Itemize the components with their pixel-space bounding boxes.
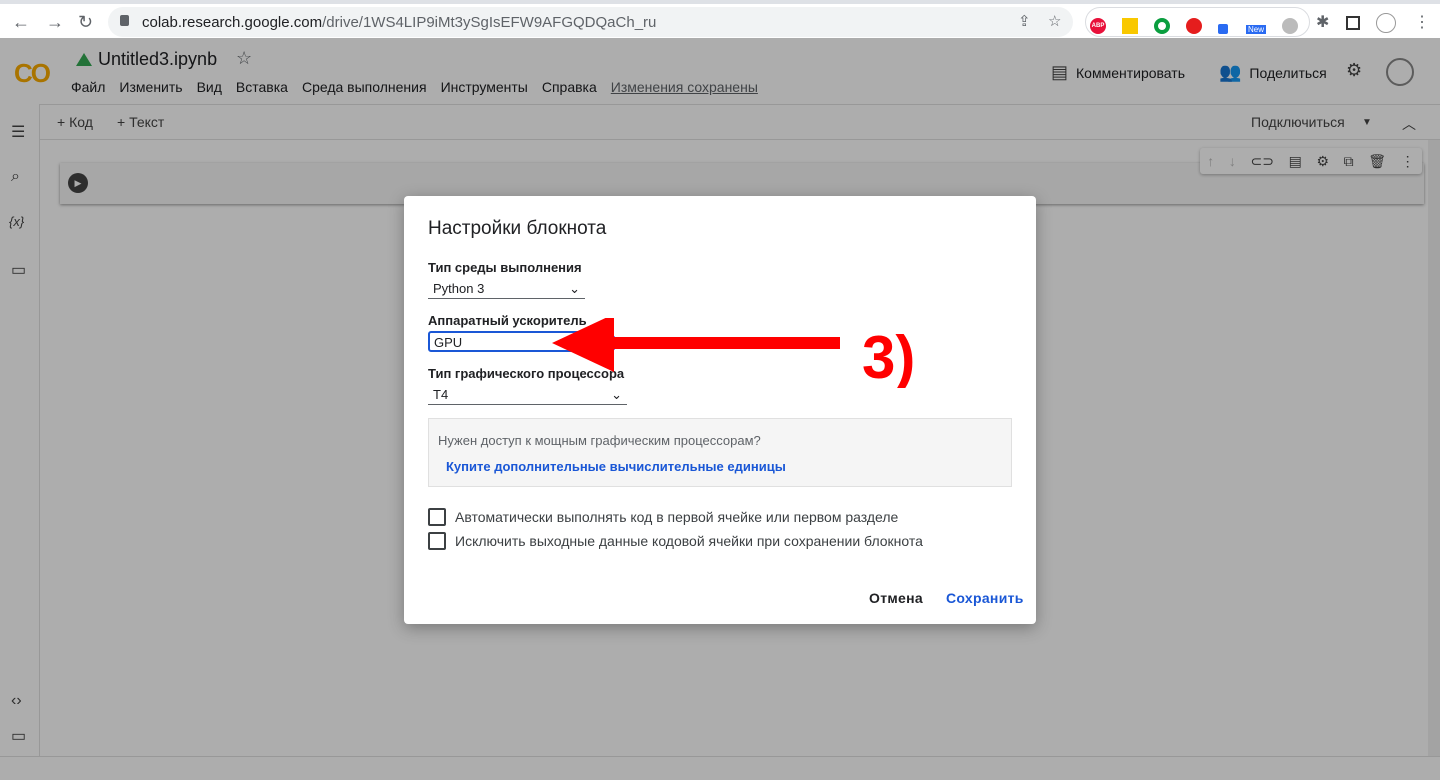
url-path: /drive/1WS4LIP9iMt3ySgIsEFW9AFGQDQaCh_ru: [322, 13, 657, 31]
back-icon[interactable]: ←: [12, 12, 30, 33]
dialog-title: Настройки блокнота: [428, 218, 607, 239]
upgrade-info-box: Нужен доступ к мощным графическим процес…: [428, 418, 1012, 487]
upgrade-question: Нужен доступ к мощным графическим процес…: [438, 433, 761, 448]
new-badge: New: [1246, 25, 1267, 34]
more-menu-icon[interactable]: ⋮: [1414, 12, 1430, 32]
stop-ext-icon[interactable]: [1186, 18, 1202, 34]
accelerator-value: GPU: [434, 335, 463, 350]
reload-icon[interactable]: ↻: [78, 12, 93, 33]
notebook-settings-dialog: Настройки блокнота Тип среды выполнения …: [404, 196, 1036, 624]
omit-output-label: Исключить выходные данные кодовой ячейки…: [455, 533, 923, 549]
chevron-down-icon: ⌄: [569, 281, 580, 296]
share-page-icon[interactable]: ⇪: [1018, 12, 1031, 30]
side-panel-icon[interactable]: [1346, 16, 1360, 30]
checkbox-box[interactable]: [428, 508, 446, 526]
chevron-down-icon: ⌄: [611, 387, 622, 402]
checkbox-box[interactable]: [428, 532, 446, 550]
cancel-button[interactable]: Отмена: [869, 590, 923, 606]
runtime-type-label: Тип среды выполнения: [428, 260, 582, 275]
address-bar[interactable]: colab.research.google.com/drive/1WS4LIP9…: [108, 7, 1073, 37]
bookmark-star-icon[interactable]: ☆: [1048, 12, 1061, 30]
runtime-type-select[interactable]: Python 3 ⌄: [428, 278, 585, 299]
green-ext-icon[interactable]: [1154, 18, 1170, 34]
gpu-type-value: T4: [433, 387, 449, 402]
browser-toolbar: ← → ↻ colab.research.google.com/drive/1W…: [0, 0, 1440, 38]
eyedropper-icon[interactable]: [1218, 24, 1228, 34]
adblock-icon[interactable]: ABP: [1090, 18, 1106, 34]
runtime-type-value: Python 3: [433, 281, 485, 296]
globe-icon[interactable]: [1282, 18, 1298, 34]
arrow-head-icon: [552, 318, 614, 372]
url-host: colab.research.google.com: [142, 13, 323, 31]
arrow-shaft: [597, 337, 840, 349]
lock-icon: [120, 15, 129, 26]
omit-output-checkbox[interactable]: Исключить выходные данные кодовой ячейки…: [428, 532, 923, 550]
save-button[interactable]: Сохранить: [946, 590, 1024, 606]
profile-icon[interactable]: [1376, 13, 1396, 33]
auto-run-checkbox[interactable]: Автоматически выполнять код в первой яче…: [428, 508, 898, 526]
extensions-puzzle-icon[interactable]: ✱: [1316, 12, 1329, 32]
bookmark-ext-icon[interactable]: [1122, 18, 1138, 34]
extensions-area: ABP New: [1085, 7, 1310, 37]
auto-run-label: Автоматически выполнять код в первой яче…: [455, 509, 899, 525]
buy-compute-units-link[interactable]: Купите дополнительные вычислительные еди…: [446, 459, 786, 474]
forward-icon[interactable]: →: [46, 12, 64, 33]
step-number-label: 3): [862, 324, 915, 388]
red-arrow-annotation: 3): [552, 318, 915, 388]
